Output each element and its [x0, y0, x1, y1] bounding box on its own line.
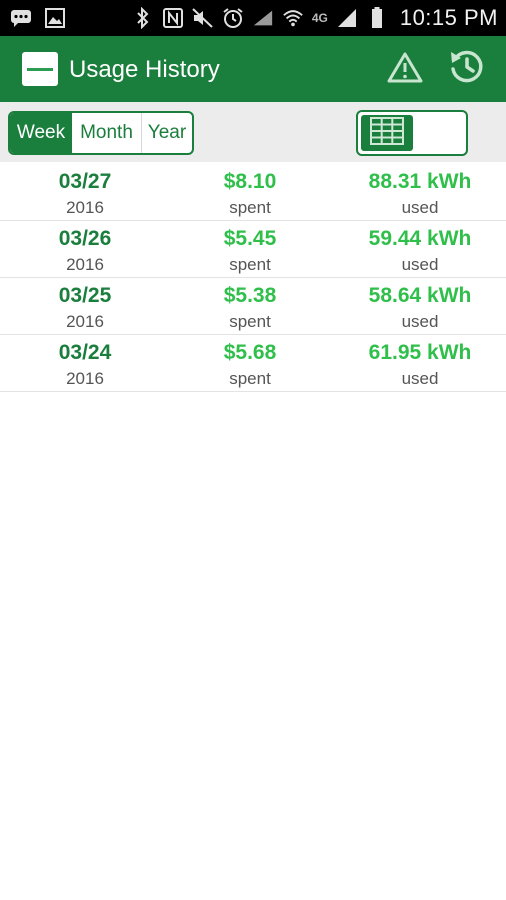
list-item[interactable]: 03/25 2016 $5.38 spent 58.64 kWh used — [0, 278, 506, 335]
view-toggle[interactable] — [356, 110, 468, 156]
list-item[interactable]: 03/26 2016 $5.45 spent 59.44 kWh used — [0, 221, 506, 278]
date-label: 03/27 — [58, 170, 112, 193]
cost-caption: spent — [229, 198, 271, 217]
kwh-caption: used — [401, 312, 439, 331]
filter-toolbar: Week Month Year — [0, 102, 506, 162]
usage-list: 03/27 2016 $8.10 spent 88.31 kWh used 03/26… — [0, 164, 506, 392]
year-label: 2016 — [66, 255, 104, 274]
signal-icon — [336, 7, 358, 29]
tab-year[interactable]: Year — [142, 113, 192, 153]
alarm-icon — [222, 7, 244, 29]
status-bar: 4G 10:15 PM — [0, 0, 506, 36]
nfc-icon — [162, 7, 184, 29]
year-label: 2016 — [66, 369, 104, 388]
date-label: 03/25 — [58, 284, 112, 307]
cost-caption: spent — [229, 369, 271, 388]
message-icon — [10, 7, 32, 29]
cost-value: $8.10 — [223, 170, 277, 193]
kwh-value: 88.31 kWh — [368, 170, 472, 193]
kwh-caption: used — [401, 369, 439, 388]
kwh-value: 58.64 kWh — [368, 284, 472, 307]
grid-icon — [370, 116, 404, 150]
list-item[interactable]: 03/27 2016 $8.10 spent 88.31 kWh used — [0, 164, 506, 221]
warning-icon — [387, 51, 423, 88]
cost-value: $5.45 — [223, 227, 277, 250]
date-label: 03/26 — [58, 227, 112, 250]
list-item[interactable]: 03/24 2016 $5.68 spent 61.95 kWh used — [0, 335, 506, 392]
page-title: Usage History — [69, 56, 220, 83]
bluetooth-icon — [132, 7, 154, 29]
notification-icons — [0, 7, 66, 29]
alert-button[interactable] — [384, 49, 426, 89]
network-type: 4G — [311, 11, 328, 25]
year-label: 2016 — [66, 312, 104, 331]
history-icon — [448, 48, 486, 91]
signal-4g-icon — [252, 7, 274, 29]
gallery-icon — [44, 7, 66, 29]
year-label: 2016 — [66, 198, 104, 217]
kwh-caption: used — [401, 198, 439, 217]
kwh-caption: used — [401, 255, 439, 274]
app-logo-icon — [22, 52, 58, 86]
cost-value: $5.38 — [223, 284, 277, 307]
tab-month[interactable]: Month — [72, 113, 142, 153]
clock: 10:15 PM — [399, 5, 498, 30]
cost-caption: spent — [229, 255, 271, 274]
kwh-value: 59.44 kWh — [368, 227, 472, 250]
app-bar: Usage History — [0, 36, 506, 102]
mute-icon — [192, 7, 214, 29]
refresh-button[interactable] — [446, 49, 488, 89]
period-selector: Week Month Year — [8, 111, 194, 155]
kwh-value: 61.95 kWh — [368, 341, 472, 364]
table-view-button[interactable] — [361, 115, 413, 151]
cost-value: $5.68 — [223, 341, 277, 364]
tab-week[interactable]: Week — [10, 113, 72, 153]
battery-icon — [366, 7, 388, 29]
system-icons: 4G 10:15 PM — [132, 0, 498, 36]
date-label: 03/24 — [58, 341, 112, 364]
wifi-icon — [282, 7, 304, 29]
cost-caption: spent — [229, 312, 271, 331]
